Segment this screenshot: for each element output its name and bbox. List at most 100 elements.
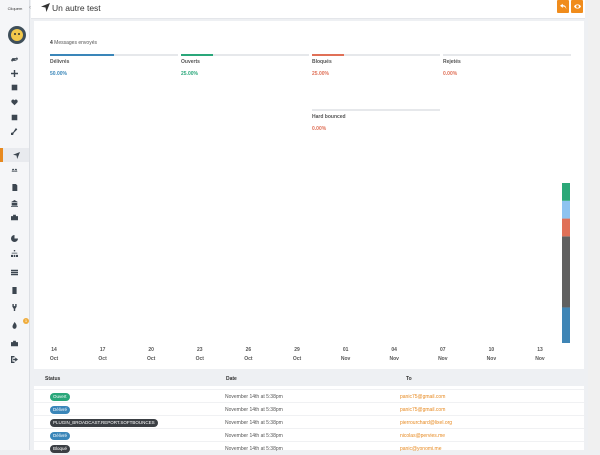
- sidebar-item-send[interactable]: [0, 148, 29, 162]
- sidebar-item-users[interactable]: [0, 162, 29, 176]
- undo-icon: [559, 3, 566, 10]
- paper-plane-icon: [41, 3, 50, 12]
- x-tick-month: Nov: [341, 356, 351, 362]
- sidebar-item-heart[interactable]: [0, 95, 29, 109]
- avatar[interactable]: [8, 26, 26, 44]
- row-recipient-link[interactable]: nicolas@pervies.me: [400, 433, 445, 439]
- row-recipient-link[interactable]: panic75@gmail.com: [400, 407, 445, 413]
- plug-icon: [12, 303, 17, 311]
- status-badge: Bloqué: [50, 445, 71, 453]
- sidebar-item-bank[interactable]: [0, 196, 29, 210]
- app-logo[interactable]: Cliquem: [4, 4, 26, 14]
- list-icon: [11, 269, 18, 275]
- table-row[interactable]: Bloqué November 14th at 5:38pm panic@yonom…: [34, 441, 584, 455]
- users-icon: [11, 168, 18, 172]
- doc-icon: [12, 286, 17, 294]
- eye-icon: [573, 4, 581, 9]
- row-recipient-link[interactable]: panic@yonomi.me: [400, 446, 441, 452]
- sidebar: Cliquem 1: [0, 0, 30, 450]
- view-button[interactable]: [571, 0, 583, 13]
- column-header-status[interactable]: Status: [45, 376, 60, 382]
- table-row[interactable]: Délivré November 14th at 5:38pm panic75@gm…: [34, 402, 584, 416]
- logout-icon: [11, 355, 18, 363]
- chart-bar-segment-3[interactable]: [562, 200, 570, 219]
- sidebar-item-list[interactable]: [0, 265, 29, 279]
- x-tick-month: Nov: [389, 356, 399, 362]
- row-date: November 14th at 5:38pm: [225, 446, 283, 452]
- x-tick-month: Nov: [535, 356, 545, 362]
- briefcase-icon: [11, 214, 18, 220]
- table-row[interactable]: Ouvert November 14th at 5:38pm panic75@gma…: [34, 389, 584, 403]
- table-row[interactable]: Délivré November 14th at 5:38pm nicolas@pe…: [34, 428, 584, 442]
- plus-icon: [11, 69, 18, 77]
- sidebar-item-plus[interactable]: [0, 66, 29, 80]
- x-tick-day: 23: [197, 347, 203, 353]
- table-row[interactable]: PLUGIN_BROADCAST.REPORT.SOFTBOUNCES Novem…: [34, 415, 584, 429]
- row-date: November 14th at 5:38pm: [225, 433, 283, 439]
- status-badge: Ouvert: [50, 393, 70, 401]
- x-tick-month: Oct: [98, 356, 107, 362]
- sidebar-item-briefcase[interactable]: [0, 210, 29, 224]
- sidebar-item-grid[interactable]: [0, 80, 29, 94]
- x-tick-day: 17: [100, 347, 106, 353]
- table-header: Status Date To: [34, 372, 584, 386]
- toolbox-icon: [11, 340, 18, 346]
- grid-icon: [11, 84, 18, 90]
- x-tick-month: Oct: [196, 356, 205, 362]
- x-tick-day: 01: [343, 347, 349, 353]
- status-badge: PLUGIN_BROADCAST.REPORT.SOFTBOUNCES: [50, 419, 158, 427]
- row-recipient-link[interactable]: panic75@gmail.com: [400, 394, 445, 400]
- sidebar-item-plug[interactable]: [0, 300, 29, 314]
- column-header-date[interactable]: Date: [226, 376, 237, 382]
- messages-table: Status Date To Ouvert November 14th at 5:…: [34, 372, 584, 453]
- x-tick-day: 26: [246, 347, 252, 353]
- x-tick-day: 20: [148, 347, 154, 353]
- sidebar-item-pie[interactable]: [0, 231, 29, 245]
- x-tick-month: Oct: [50, 356, 59, 362]
- page-title: Un autre test: [52, 3, 101, 13]
- sidebar-item-repeat[interactable]: [0, 52, 29, 66]
- file-icon: [12, 183, 18, 191]
- undo-button[interactable]: [557, 0, 569, 13]
- bank-icon: [11, 199, 18, 207]
- send-icon: [12, 151, 20, 159]
- sitemap-icon: [11, 249, 18, 257]
- sidebar-item-sitemap[interactable]: [0, 246, 29, 260]
- messages-chart: 14 Oct 17 Oct 20 Oct 23 Oct 26 Oct 29 Oct 01 Nov 04 Nov…: [50, 183, 570, 362]
- repeat-icon: [11, 56, 18, 62]
- sidebar-item-toolbox[interactable]: [0, 336, 29, 350]
- list-box-icon: [11, 114, 18, 120]
- fire-icon: [12, 321, 17, 329]
- sidebar-item-file[interactable]: [0, 180, 29, 194]
- chart-bar-segment-1[interactable]: [562, 236, 570, 308]
- x-tick-month: Oct: [244, 356, 253, 362]
- chart-bar-segment-0[interactable]: [562, 307, 570, 343]
- row-date: November 14th at 5:38pm: [225, 420, 283, 426]
- column-header-to[interactable]: To: [406, 376, 412, 382]
- x-tick-day: 07: [440, 347, 446, 353]
- sidebar-item-doc[interactable]: [0, 283, 29, 297]
- x-tick-month: Oct: [147, 356, 156, 362]
- x-tick-day: 29: [294, 347, 300, 353]
- report-panel: 4 Messages envoyés Délivrés 50.00% Ouverts…: [34, 21, 584, 369]
- row-recipient-link[interactable]: pierrourchard@lixel.org: [400, 420, 452, 426]
- status-badge: Délivré: [50, 406, 71, 414]
- status-badge: Délivré: [50, 432, 71, 440]
- sidebar-item-list-box[interactable]: [0, 110, 29, 124]
- chart-bar-segment-4[interactable]: [562, 183, 570, 201]
- wrench-icon: [11, 127, 18, 135]
- sidebar-item-logout[interactable]: [0, 352, 29, 366]
- x-tick-month: Nov: [438, 356, 448, 362]
- pie-icon: [11, 234, 18, 242]
- heart-icon: [11, 99, 18, 105]
- x-tick-day: 04: [391, 347, 397, 353]
- x-tick-day: 13: [537, 347, 543, 353]
- x-tick-month: Oct: [293, 356, 302, 362]
- sidebar-item-wrench[interactable]: [0, 124, 29, 138]
- chart-bar-segment-2[interactable]: [562, 218, 570, 237]
- page-scrollbar[interactable]: [588, 0, 600, 450]
- row-date: November 14th at 5:38pm: [225, 394, 283, 400]
- avatar-face-icon: [11, 29, 23, 41]
- notification-badge: 1: [23, 318, 29, 324]
- row-date: November 14th at 5:38pm: [225, 407, 283, 413]
